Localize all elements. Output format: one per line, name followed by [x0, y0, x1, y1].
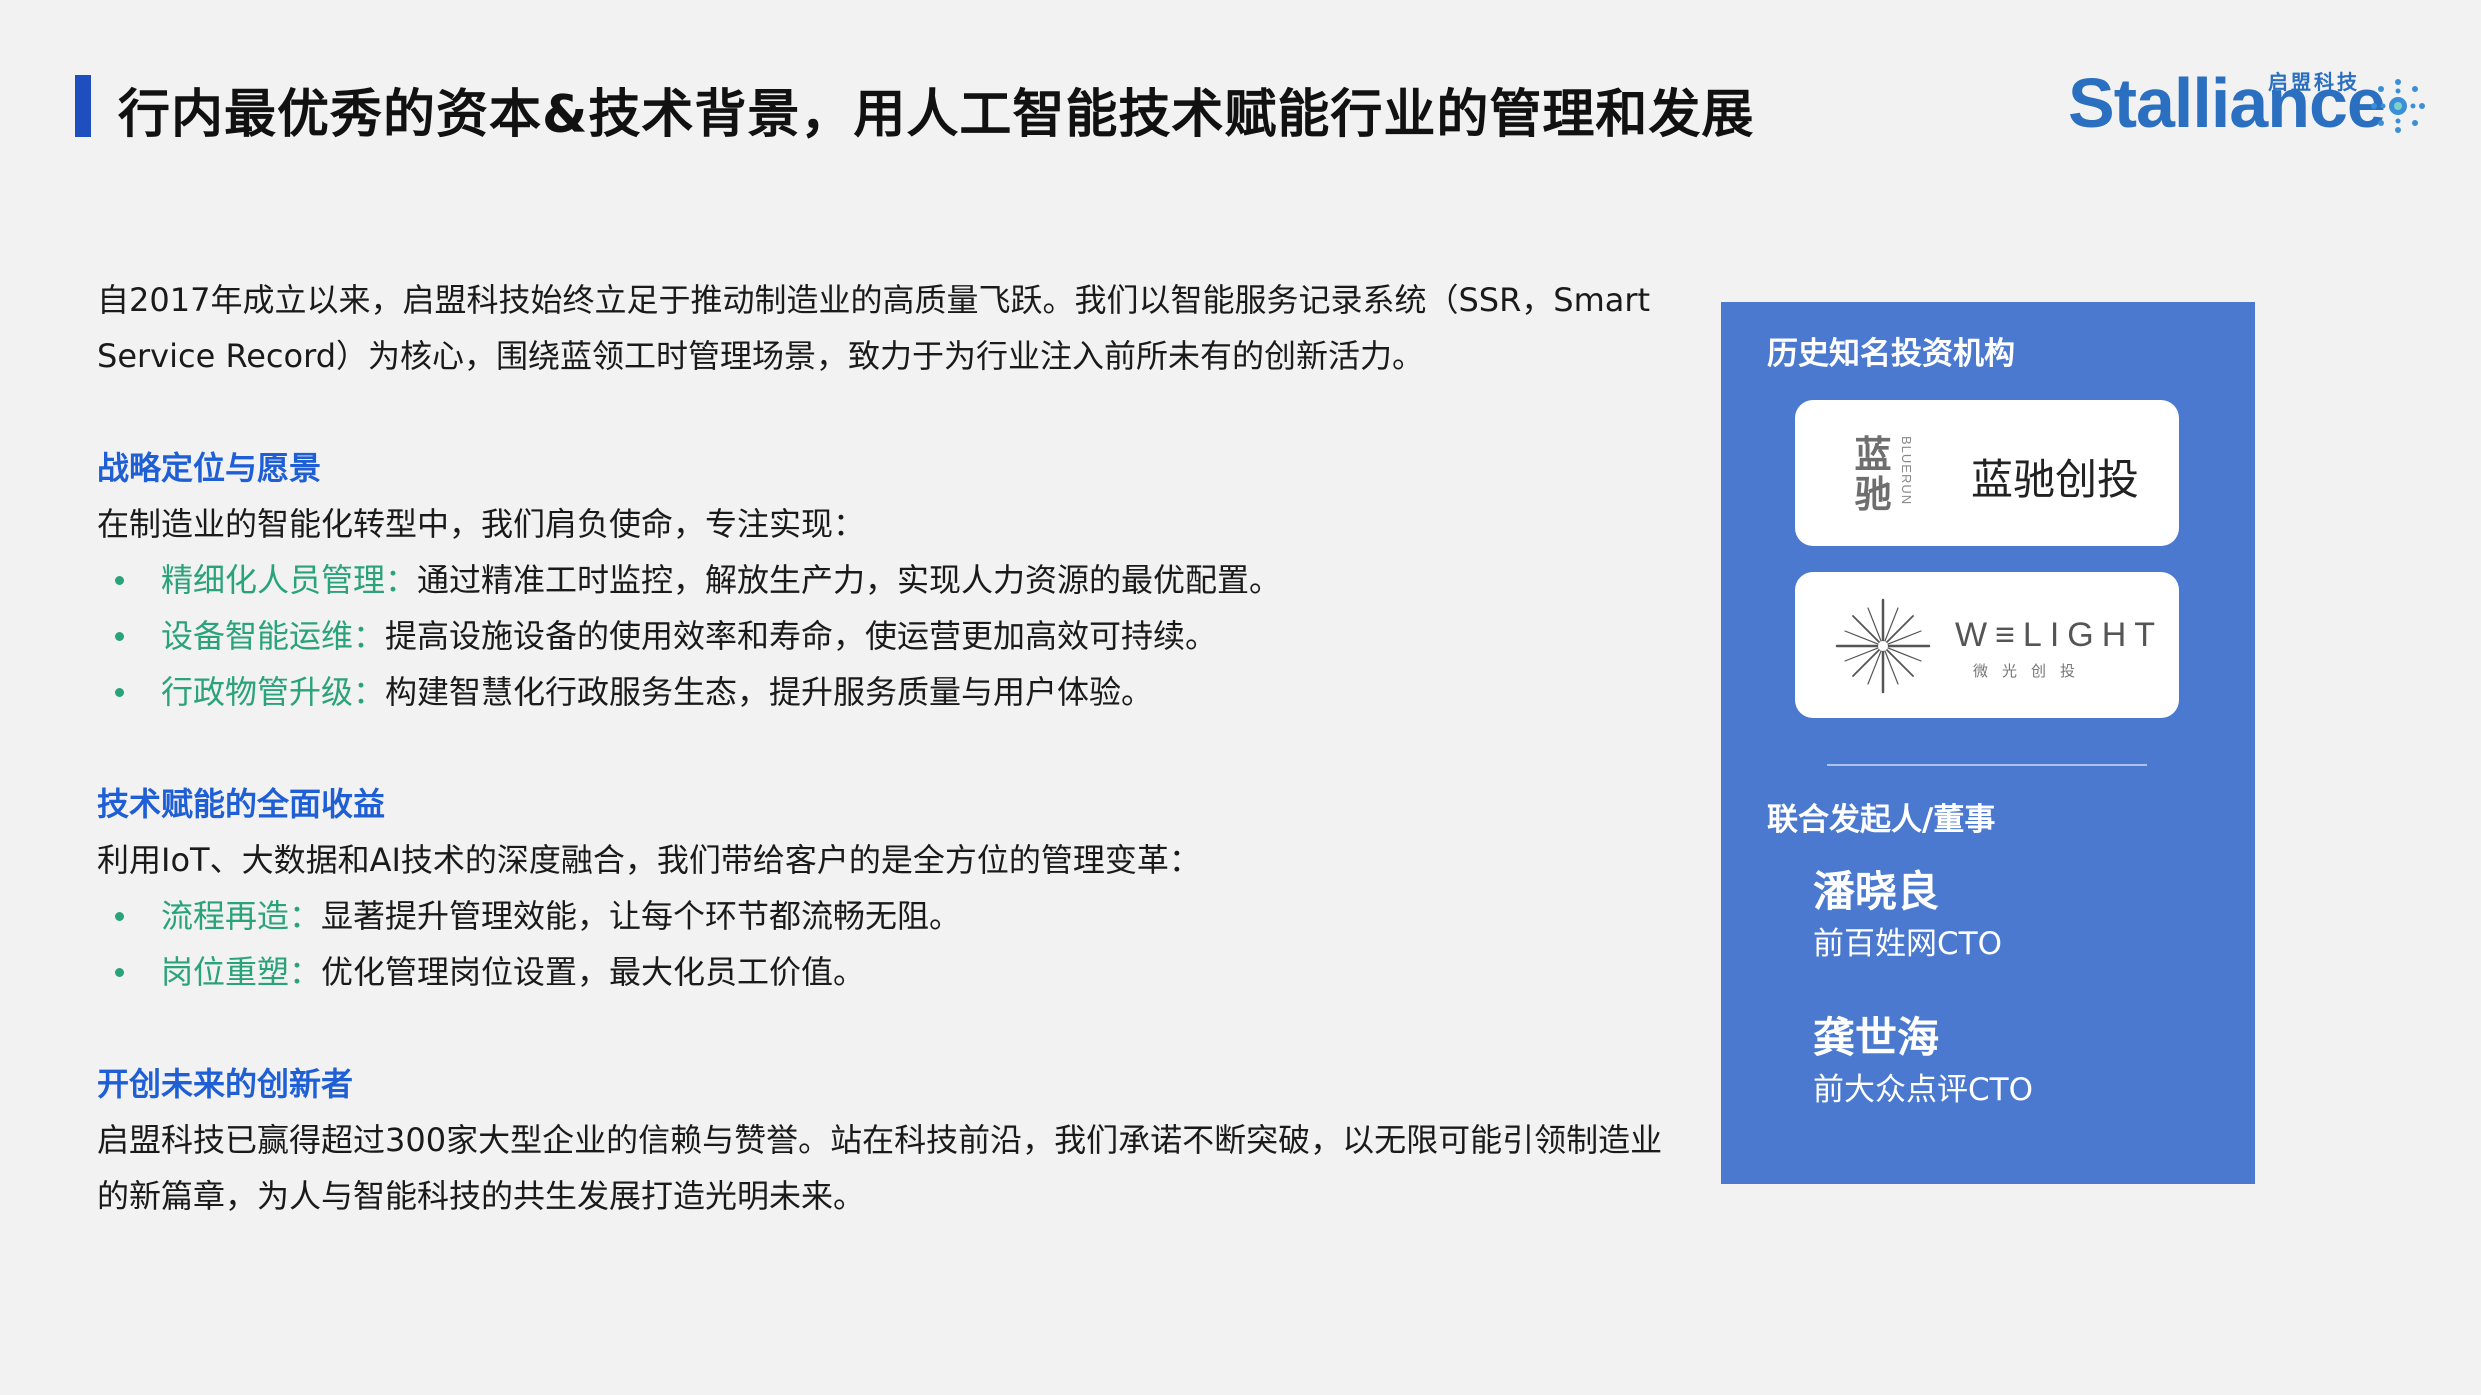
- investor-name: 蓝驰创投: [1971, 455, 2140, 504]
- benefits-list: 流程再造：显著提升管理效能，让每个环节都流畅无阻。 岗位重塑：优化管理岗位设置，…: [97, 888, 1677, 1000]
- title-accent-bar: [75, 75, 91, 137]
- founder-role: 前大众点评CTO: [1813, 1072, 2033, 1108]
- founder-role: 前百姓网CTO: [1813, 926, 2002, 962]
- list-item-text: 提高设施设备的使用效率和寿命，使运营更加高效可持续。: [385, 617, 1218, 655]
- list-item: 设备智能运维：提高设施设备的使用效率和寿命，使运营更加高效可持续。: [97, 608, 1677, 664]
- founder-entry: 潘晓良 前百姓网CTO: [1813, 864, 2002, 968]
- bullet-dot: [115, 576, 124, 585]
- investor-card-bluerun: 蓝 驰 BLUERUN 蓝驰创投: [1795, 400, 2179, 546]
- list-item-key: 设备智能运维：: [161, 617, 386, 655]
- list-item: 岗位重塑：优化管理岗位设置，最大化员工价值。: [97, 944, 1677, 1000]
- section-body-innovator: 启盟科技已赢得超过300家大型企业的信赖与赞誉。站在科技前沿，我们承诺不断突破，…: [97, 1121, 1663, 1215]
- list-item-text: 构建智慧化行政服务生态，提升服务质量与用户体验。: [385, 673, 1154, 711]
- list-item-key: 流程再造：: [161, 897, 322, 935]
- panel-divider: [1827, 764, 2147, 766]
- bluerun-logo: 蓝 驰: [1853, 434, 1893, 514]
- bullet-dot: [115, 912, 124, 921]
- list-item: 精细化人员管理：通过精准工时监控，解放生产力，实现人力资源的最优配置。: [97, 552, 1677, 608]
- list-item-key: 岗位重塑：: [161, 953, 322, 991]
- investor-card-welight: W≡LIGHT 微光创投: [1795, 572, 2179, 718]
- list-item-text: 显著提升管理效能，让每个环节都流畅无阻。: [321, 897, 962, 935]
- list-item: 流程再造：显著提升管理效能，让每个环节都流畅无阻。: [97, 888, 1677, 944]
- company-logo: Stalliance 启盟科技: [2068, 62, 2428, 142]
- bluerun-seal-english: BLUERUN: [1899, 436, 1914, 506]
- bluerun-seal-bottom: 驰: [1854, 472, 1892, 516]
- page-title: 行内最优秀的资本&技术背景，用人工智能技术赋能行业的管理和发展: [118, 85, 1755, 145]
- logo-chinese-name: 启盟科技: [2268, 70, 2360, 94]
- list-item-text: 通过精准工时监控，解放生产力，实现人力资源的最优配置。: [417, 561, 1282, 599]
- bullet-dot: [115, 632, 124, 641]
- section-lead-benefits: 利用IoT、大数据和AI技术的深度融合，我们带给客户的是全方位的管理变革：: [97, 841, 1201, 879]
- investor-name-welight: W≡LIGHT: [1955, 616, 2164, 654]
- section-title-benefits: 技术赋能的全面收益: [97, 785, 386, 823]
- founders-title: 联合发起人/董事: [1767, 802, 1996, 838]
- bullet-dot: [115, 968, 124, 977]
- strategy-list: 精细化人员管理：通过精准工时监控，解放生产力，实现人力资源的最优配置。 设备智能…: [97, 552, 1677, 720]
- logo-gear-icon: [2371, 79, 2425, 133]
- founder-name: 龚世海: [1813, 1013, 1940, 1062]
- founder-name: 潘晓良: [1813, 867, 1940, 916]
- list-item-key: 精细化人员管理：: [161, 561, 418, 599]
- investors-title: 历史知名投资机构: [1767, 336, 2015, 372]
- intro-paragraph: 自2017年成立以来，启盟科技始终立足于推动制造业的高质量飞跃。我们以智能服务记…: [97, 281, 1651, 375]
- main-content: 自2017年成立以来，启盟科技始终立足于推动制造业的高质量飞跃。我们以智能服务记…: [97, 272, 1677, 1224]
- list-item-text: 优化管理岗位设置，最大化员工价值。: [321, 953, 866, 991]
- investors-panel: 历史知名投资机构 蓝 驰 BLUERUN 蓝驰创投 W≡LIGHT 微光创投 联…: [1721, 302, 2255, 1184]
- section-title-strategy: 战略定位与愿景: [97, 449, 322, 487]
- list-item: 行政物管升级：构建智慧化行政服务生态，提升服务质量与用户体验。: [97, 664, 1677, 720]
- founder-entry: 龚世海 前大众点评CTO: [1813, 1010, 2033, 1114]
- bluerun-seal-top: 蓝: [1854, 432, 1892, 476]
- section-title-innovator: 开创未来的创新者: [97, 1065, 354, 1103]
- section-lead-strategy: 在制造业的智能化转型中，我们肩负使命，专注实现：: [97, 505, 866, 543]
- list-item-key: 行政物管升级：: [161, 673, 386, 711]
- investor-name-welight-cn: 微光创投: [1973, 662, 2090, 680]
- welight-star-icon: [1835, 598, 1931, 694]
- bullet-dot: [115, 688, 124, 697]
